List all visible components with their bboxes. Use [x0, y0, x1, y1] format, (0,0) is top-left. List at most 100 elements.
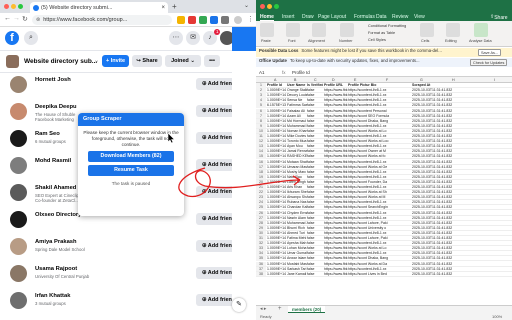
member-name[interactable]: Olxseo Directory: [35, 212, 81, 218]
cell[interactable]: Mike Dovies: [287, 134, 307, 139]
cell[interactable]: https://scont Founder, Da: [348, 180, 396, 185]
cell[interactable]: false: [307, 98, 323, 103]
column-header[interactable]: E: [354, 78, 356, 82]
cell[interactable]: 1.0009E+14: [267, 88, 287, 93]
add-sheet-icon[interactable]: +: [278, 306, 282, 312]
cell[interactable]: 2025-10-03T11:31:41.832: [412, 124, 464, 129]
site-info-icon[interactable]: ⊜: [36, 17, 40, 23]
ribbon-tab-draw[interactable]: Draw: [302, 14, 314, 20]
cell[interactable]: 1.0009E+14: [267, 119, 287, 124]
cell[interactable]: Profile Pictur Bio: [348, 83, 396, 88]
cell[interactable]: https://www.fbk: [324, 175, 348, 180]
cell[interactable]: 2025-10-03T11:31:41.832: [412, 231, 464, 236]
cell[interactable]: 2025-10-03T11:31:41.832: [412, 272, 464, 277]
profile-avatar-icon[interactable]: [234, 16, 242, 24]
cell[interactable]: Umar Gumal: [287, 251, 307, 256]
cell[interactable]: https://scont SearchEngin: [348, 205, 396, 210]
address-bar[interactable]: ⊜ https://www.facebook.com/group...: [32, 15, 172, 25]
cell[interactable]: 2025-10-03T11:31:41.832: [412, 165, 464, 170]
row-number[interactable]: 25: [256, 205, 266, 210]
row-number[interactable]: 4: [256, 98, 266, 103]
cell[interactable]: https://scontent-lhr8-1.xx: [348, 267, 396, 272]
cell[interactable]: false: [307, 109, 323, 114]
ribbon-tab-view[interactable]: View: [414, 14, 425, 20]
row-number[interactable]: 26: [256, 210, 266, 215]
compose-icon[interactable]: ✎: [232, 298, 246, 312]
row-number[interactable]: 19: [256, 174, 266, 180]
resume-task-button[interactable]: Resume Task: [88, 165, 174, 176]
cell[interactable]: https://www.fbk: [324, 114, 348, 119]
cell[interactable]: https://www.fbk: [324, 170, 348, 175]
column-header[interactable]: I: [494, 78, 495, 82]
cell[interactable]: 2025-10-03T11:31:41.832: [412, 103, 464, 108]
member-name[interactable]: Deepika Deepu: [35, 104, 77, 110]
cell[interactable]: Noman Khan: [287, 129, 307, 134]
cell[interactable]: false: [307, 246, 323, 251]
cell[interactable]: Md Hormaul: [287, 119, 307, 124]
row-number[interactable]: 5: [256, 103, 266, 108]
menu-grid-icon[interactable]: ⋯: [169, 31, 183, 45]
ribbon-tab-insert[interactable]: Insert: [282, 14, 295, 20]
cell[interactable]: https://www.fbk: [324, 272, 348, 277]
cell[interactable]: https://scont Owner at M: [348, 149, 396, 154]
row-number[interactable]: 12: [256, 139, 266, 144]
row-number[interactable]: 13: [256, 144, 266, 149]
ribbon-tab-home[interactable]: Home: [260, 14, 274, 21]
member-name[interactable]: Hornett Josh: [35, 77, 71, 83]
cell[interactable]: 1.0009E+14: [267, 165, 287, 170]
cell[interactable]: false: [307, 251, 323, 256]
avatar[interactable]: [10, 292, 27, 309]
cell[interactable]: https://scontent-lhr8-1.xx: [348, 185, 396, 190]
column-header[interactable]: A: [274, 78, 276, 82]
cell[interactable]: Fatimma Sas: [287, 103, 307, 108]
cell[interactable]: false: [307, 262, 323, 267]
member-name[interactable]: Ram Seo: [35, 131, 60, 137]
cell[interactable]: 2025-10-03T11:31:41.832: [412, 226, 464, 231]
group-scraper-extension-icon[interactable]: [210, 16, 218, 24]
cell[interactable]: 1.0009E+14: [267, 144, 287, 149]
row-number[interactable]: 3: [256, 93, 266, 98]
cell[interactable]: 1.0009E+14: [267, 267, 287, 272]
cell[interactable]: https://www.fbk: [324, 129, 348, 134]
name-box[interactable]: A1: [259, 70, 265, 75]
cell[interactable]: 2025-10-03T11:31:41.832: [412, 160, 464, 165]
cell[interactable]: Muhammad Ha: [287, 124, 307, 129]
cell[interactable]: https://scontent-lhr8-1.xx: [348, 103, 396, 108]
avatar[interactable]: [10, 76, 27, 93]
extensions-puzzle-icon[interactable]: [221, 16, 229, 24]
more-options-button[interactable]: •••: [204, 55, 220, 67]
cell[interactable]: https://www.fbk: [324, 216, 348, 221]
formula-input[interactable]: Profile Id: [292, 70, 310, 75]
row-number[interactable]: 22: [256, 190, 266, 195]
cell[interactable]: https://scontent-lhr8-1.xx: [348, 93, 396, 98]
share-button[interactable]: ↪ Share: [132, 55, 162, 67]
cell[interactable]: User Name: [287, 83, 307, 88]
back-icon[interactable]: ←: [4, 15, 11, 22]
cell[interactable]: Is Verified: [307, 83, 323, 88]
analyse-data-icon[interactable]: [474, 23, 488, 37]
row-number[interactable]: 17: [256, 164, 266, 170]
cell[interactable]: https://scontent-lhr8-1.xx: [348, 231, 396, 236]
cell[interactable]: https://scontent-lhr8-1.xx: [348, 175, 396, 180]
cell[interactable]: https://www.fbk: [324, 211, 348, 216]
cell[interactable]: false: [307, 256, 323, 261]
cell[interactable]: 2025-10-03T11:31:41.832: [412, 262, 464, 267]
row-number[interactable]: 14: [256, 149, 266, 154]
avatar[interactable]: [10, 103, 27, 120]
cell[interactable]: 1.0009E+14: [267, 139, 287, 144]
avatar[interactable]: [10, 130, 27, 147]
cell[interactable]: false: [307, 160, 323, 165]
row-number[interactable]: 7: [256, 113, 266, 119]
cells-icon[interactable]: [420, 23, 434, 37]
zoom-level[interactable]: 100%: [492, 314, 502, 319]
cell[interactable]: Decory Louis: [287, 93, 307, 98]
cell[interactable]: 1.0009E+14: [267, 154, 287, 159]
ribbon-tab-page-layout[interactable]: Page Layout: [318, 14, 346, 20]
search-icon[interactable]: ⌕: [24, 31, 38, 45]
row-number[interactable]: 18: [256, 169, 266, 175]
cell[interactable]: 2025-10-03T11:31:41.832: [412, 246, 464, 251]
row-number[interactable]: 31: [256, 236, 266, 241]
reload-icon[interactable]: ↻: [22, 15, 28, 23]
cell[interactable]: 1.0009E+14: [267, 251, 287, 256]
cell[interactable]: https://scont SEO Formula: [348, 114, 396, 119]
